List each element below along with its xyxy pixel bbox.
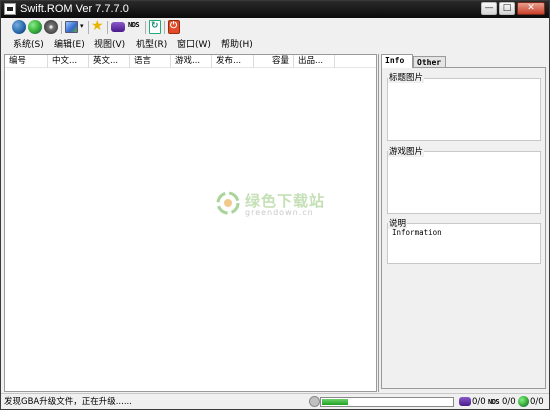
menu-system[interactable]: 系统(S) xyxy=(13,38,44,52)
maximize-button[interactable]: □ xyxy=(499,2,515,15)
tab-info[interactable]: Info xyxy=(381,54,413,68)
watermark-subtext: greendown.cn xyxy=(245,208,314,217)
title-bar[interactable]: Swift.ROM Ver 7.7.7.0 — □ ✕ xyxy=(1,1,549,18)
column-header-chinese-name[interactable]: 中文... xyxy=(48,55,89,68)
refresh-glyph: ↻ xyxy=(151,21,159,31)
menu-edit[interactable]: 编辑(E) xyxy=(54,38,85,52)
game-image-box xyxy=(387,151,541,214)
dropdown-arrow-icon[interactable]: ▾ xyxy=(80,22,84,30)
disc-icon[interactable] xyxy=(44,20,58,34)
toolbar-separator xyxy=(145,21,146,34)
minimize-button[interactable]: — xyxy=(481,2,497,15)
globe-icon[interactable] xyxy=(12,20,26,34)
toolbar-separator xyxy=(107,21,108,34)
nds-status-icon: NDS xyxy=(488,398,500,406)
title-image-label: 标题图片 xyxy=(388,71,425,83)
game-image-label: 游戏图片 xyxy=(388,145,425,157)
description-box[interactable]: Information xyxy=(387,223,541,264)
image-icon[interactable] xyxy=(65,21,78,33)
power-glyph: ⏻ xyxy=(170,21,178,31)
nds-icon[interactable]: NDS xyxy=(128,21,140,29)
tab-other[interactable]: Other xyxy=(413,56,446,67)
description-label: 说明 xyxy=(388,217,408,229)
column-header-size[interactable]: 容量 xyxy=(254,55,294,68)
column-header-id[interactable]: 编号 xyxy=(5,55,48,68)
gba-count: 0/0 xyxy=(472,397,486,407)
star-icon[interactable]: ★ xyxy=(91,18,104,35)
progress-spinner-icon xyxy=(309,396,320,407)
column-header-game-type[interactable]: 游戏... xyxy=(171,55,212,68)
world-icon[interactable] xyxy=(28,20,42,34)
list-header: 编号 中文... 英文... 语言 游戏... 发布... 容量 出品... xyxy=(5,55,376,68)
rom-list[interactable]: 编号 中文... 英文... 语言 游戏... 发布... 容量 出品... xyxy=(4,54,377,392)
menu-view[interactable]: 视图(V) xyxy=(94,38,125,52)
app-icon xyxy=(4,3,16,15)
description-text: Information xyxy=(392,228,442,237)
status-bar: 发现GBA升级文件，正在升级...... 0/0 NDS 0/0 0/0 xyxy=(1,393,549,409)
network-status-icon xyxy=(518,396,529,407)
toolbar: ▾ ★ NDS ↻ ⏻ xyxy=(1,18,549,37)
menu-window[interactable]: 窗口(W) xyxy=(177,38,211,52)
toolbar-separator xyxy=(61,21,62,34)
menu-help[interactable]: 帮助(H) xyxy=(221,38,253,52)
column-header-maker[interactable]: 出品... xyxy=(294,55,335,68)
column-header-language[interactable]: 语言 xyxy=(130,55,171,68)
info-panel: Info Other 标题图片 游戏图片 Information 说明 xyxy=(378,54,548,392)
menu-bar: 系统(S) 编辑(E) 视图(V) 机型(R) 窗口(W) 帮助(H) xyxy=(1,37,549,53)
upgrade-progress-bar xyxy=(320,397,454,407)
progress-fill xyxy=(322,399,348,405)
network-count: 0/0 xyxy=(530,397,544,407)
gba-icon[interactable] xyxy=(111,22,125,32)
watermark-logo-icon xyxy=(216,191,240,215)
menu-model[interactable]: 机型(R) xyxy=(136,38,167,52)
status-message: 发现GBA升级文件，正在升级...... xyxy=(4,397,132,407)
nds-count: 0/0 xyxy=(502,397,516,407)
title-image-box xyxy=(387,78,541,141)
toolbar-separator xyxy=(164,21,165,34)
close-button[interactable]: ✕ xyxy=(517,2,545,15)
window-title: Swift.ROM Ver 7.7.7.0 xyxy=(20,3,129,15)
info-tab-page: 标题图片 游戏图片 Information 说明 xyxy=(381,67,546,389)
main-window: Swift.ROM Ver 7.7.7.0 — □ ✕ ▾ ★ NDS ↻ ⏻ … xyxy=(0,0,550,410)
column-header-english-name[interactable]: 英文... xyxy=(89,55,130,68)
toolbar-separator xyxy=(88,21,89,34)
column-header-publisher[interactable]: 发布... xyxy=(212,55,254,68)
gba-status-icon xyxy=(459,397,471,406)
